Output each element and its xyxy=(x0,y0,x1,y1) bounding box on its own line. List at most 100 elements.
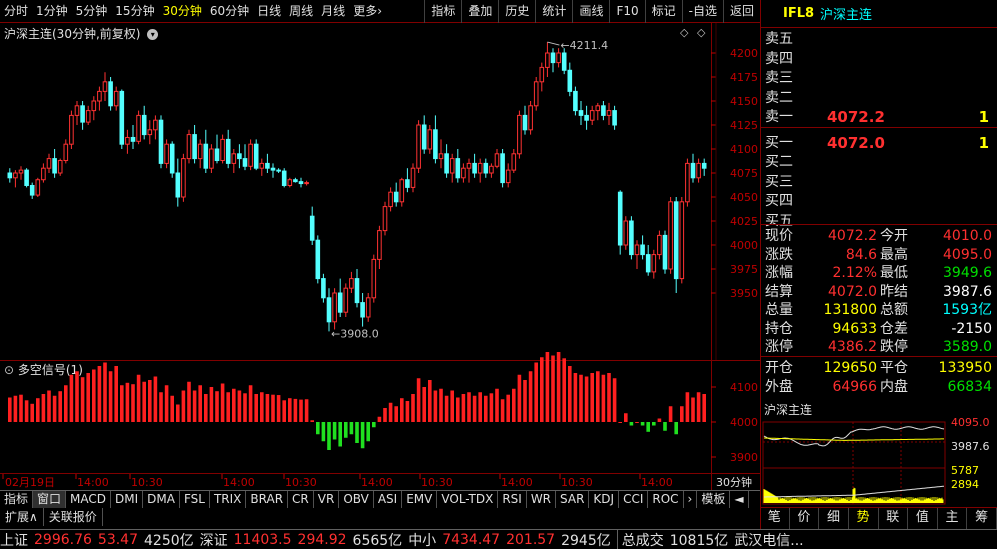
period-tab[interactable]: 周线 xyxy=(285,0,317,23)
period-tab[interactable]: 更多› xyxy=(349,0,386,23)
bid-row: 买四 xyxy=(765,192,995,210)
candle-body xyxy=(517,114,522,155)
indicator-tab[interactable]: 窗口 xyxy=(33,491,67,508)
candle xyxy=(685,158,690,207)
period-tab[interactable]: 30分钟 xyxy=(159,0,206,23)
panel-tab[interactable]: 主 xyxy=(938,508,968,529)
candlestick-chart[interactable]: 4200 4175 4150 4125 4100 4075 4050 4025 4000 3975… xyxy=(0,23,760,513)
indicator-tab[interactable]: ROC xyxy=(648,491,684,508)
signal-bar xyxy=(125,382,130,422)
candle-body xyxy=(640,244,645,256)
indicator-tab[interactable]: › xyxy=(684,491,698,508)
sub-menu-icon[interactable]: ⊙ xyxy=(4,363,18,377)
indicator-tab[interactable]: SAR xyxy=(556,491,590,508)
toolbar-button[interactable]: 历史 xyxy=(498,0,535,23)
indicator-tab[interactable]: DMA xyxy=(143,491,180,508)
candle-body xyxy=(489,165,494,174)
indicator-tab[interactable]: VOL-TDX xyxy=(437,491,499,508)
toolbar-button[interactable]: 叠加 xyxy=(461,0,498,23)
extension-tab[interactable]: 关联报价 xyxy=(44,508,103,526)
diamond-icon[interactable]: ◇ xyxy=(680,26,689,39)
candle-body xyxy=(388,191,393,208)
indicator-tab[interactable]: RSI xyxy=(498,491,527,508)
candle-body xyxy=(561,52,567,71)
indicator-tab[interactable]: ASI xyxy=(374,491,403,508)
ask-row: 卖一 4072.2 1 xyxy=(765,108,995,126)
candle-body xyxy=(287,179,293,186)
indicator-tab[interactable]: DMI xyxy=(111,491,144,508)
stat-value: 3949.6 xyxy=(943,265,992,281)
candle-body xyxy=(265,162,270,169)
period-tab[interactable]: 15分钟 xyxy=(111,0,158,23)
indicator-tab[interactable]: OBV xyxy=(339,491,374,508)
indicator-tab[interactable]: MACD xyxy=(66,491,112,508)
period-tab[interactable]: 分时 xyxy=(0,0,32,23)
candle xyxy=(281,168,287,188)
indicator-tab[interactable]: TRIX xyxy=(210,491,247,508)
intraday-mini-chart[interactable]: 沪深主连 4095.0 3987.6 57872894 xyxy=(761,402,997,505)
indicator-tab[interactable]: KDJ xyxy=(589,491,620,508)
toolbar-button[interactable]: 指标 xyxy=(424,0,461,23)
indicator-tab[interactable]: ◄ xyxy=(730,491,749,508)
candle-body xyxy=(533,81,539,107)
panel-tab[interactable]: 笔 xyxy=(760,508,790,529)
candle-body xyxy=(662,234,668,270)
candle-body xyxy=(237,153,242,160)
indicator-tab[interactable]: 指标 xyxy=(0,491,34,508)
signal-bar xyxy=(517,374,522,422)
signal-bar xyxy=(41,394,46,422)
indicator-tab[interactable]: VR xyxy=(314,491,340,508)
toolbar-button[interactable]: 返回 xyxy=(722,0,760,23)
candle-body xyxy=(477,162,483,174)
panel-tab[interactable]: 价 xyxy=(790,508,820,529)
toolbar-button[interactable]: 统计 xyxy=(535,0,572,23)
indicator-tab[interactable]: CR xyxy=(288,491,314,508)
indicator-tab[interactable]: 模板 xyxy=(697,491,731,508)
chart-function-buttons: 指标 叠加 历史 统计 画线 F10 标记 -自选 返回 xyxy=(424,0,760,23)
signal-bar xyxy=(265,394,270,422)
panel-tab[interactable]: 筹 xyxy=(967,508,997,529)
candle-body xyxy=(545,52,550,68)
period-tab[interactable]: 1分钟 xyxy=(32,0,72,23)
news-ticker[interactable]: 武汉电信... xyxy=(734,530,803,549)
period-tab[interactable]: 60分钟 xyxy=(206,0,253,23)
collapse-icon[interactable]: ◇ xyxy=(697,26,706,39)
indicator-tab[interactable]: CCI xyxy=(619,491,649,508)
indicator-tab[interactable]: BRAR xyxy=(246,491,289,508)
panel-tab[interactable]: 联 xyxy=(879,508,909,529)
indicator-tab[interactable]: WR xyxy=(527,491,557,508)
signal-bar xyxy=(612,378,617,422)
app-window: 分时 1分钟 5分钟 15分钟 30分钟 60分钟 日线 周线 月线 更多› 指标 叠加 历史 统计 画线… xyxy=(0,0,997,549)
signal-bar xyxy=(8,397,12,422)
signal-bar xyxy=(540,357,544,422)
indicator-tab[interactable]: FSL xyxy=(180,491,210,508)
signal-bar xyxy=(635,422,639,423)
panel-tab[interactable]: 值 xyxy=(908,508,938,529)
toolbar-button[interactable]: 画线 xyxy=(572,0,609,23)
candle xyxy=(209,144,214,173)
panel-tab[interactable]: 势 xyxy=(849,508,879,529)
stat-value: 4072.0 xyxy=(828,283,877,300)
indicator-tab[interactable]: EMV xyxy=(402,491,438,508)
signal-bar xyxy=(523,380,527,422)
candle-body xyxy=(192,134,197,160)
period-tab[interactable]: 月线 xyxy=(317,0,349,23)
level-label: 买一 xyxy=(765,134,793,151)
extension-tab[interactable]: 扩展∧ xyxy=(0,508,44,526)
toolbar-button[interactable]: -自选 xyxy=(681,0,723,23)
period-tab[interactable]: 5分钟 xyxy=(72,0,112,23)
toolbar-button[interactable]: F10 xyxy=(609,0,644,23)
signal-bar xyxy=(366,422,370,442)
period-tab[interactable]: 日线 xyxy=(253,0,285,23)
candle-body xyxy=(326,297,332,323)
signal-bar xyxy=(321,422,326,442)
x-tick-label: 10:30 xyxy=(131,476,163,489)
signal-bar xyxy=(282,400,286,422)
chart-menu-icon[interactable]: ▾ xyxy=(147,29,159,40)
sh-label: 上证 xyxy=(0,532,28,549)
signal-bar xyxy=(316,422,320,435)
stat-value: 2.12% xyxy=(832,265,877,281)
panel-tab[interactable]: 细 xyxy=(819,508,849,529)
toolbar-button[interactable]: 标记 xyxy=(644,0,682,23)
candle-body xyxy=(399,179,405,203)
